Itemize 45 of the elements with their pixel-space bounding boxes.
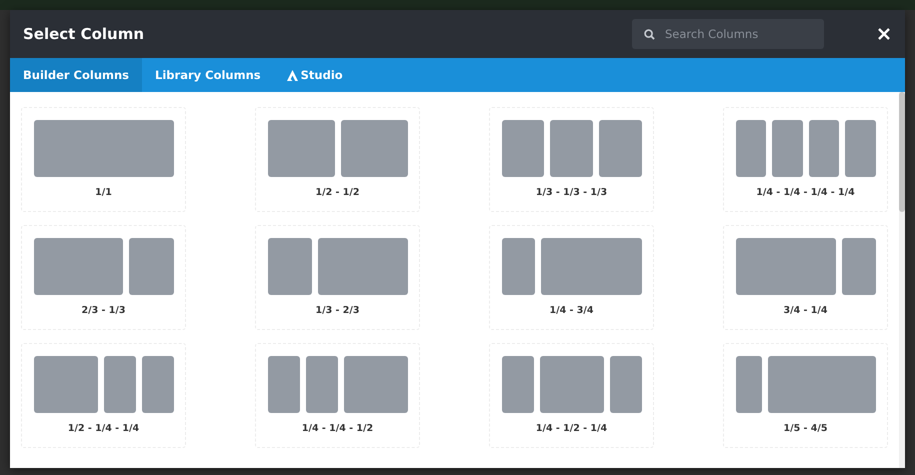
column-block [772,120,802,177]
close-button[interactable] [876,26,892,42]
column-block [502,238,535,295]
column-block [598,120,642,177]
search-field[interactable]: Search Columns [632,19,824,49]
column-layout-option[interactable]: 1/5 - 4/5 [723,343,888,448]
column-layout-option[interactable]: 1/1 [21,107,186,212]
column-block [34,356,98,413]
column-layout-option[interactable]: 1/4 - 1/2 - 1/4 [489,343,654,448]
column-block [344,356,408,413]
column-layout-option[interactable]: 1/3 - 1/3 - 1/3 [489,107,654,212]
column-layout-option[interactable]: 1/4 - 1/4 - 1/2 [255,343,420,448]
column-block [845,120,876,177]
column-block [842,238,876,295]
column-block [502,120,544,177]
column-layout-option[interactable]: 1/3 - 2/3 [255,225,420,330]
column-block [268,356,300,413]
column-block [736,356,762,413]
tab[interactable]: Builder Columns [10,58,142,92]
column-block [540,356,604,413]
column-block [610,356,642,413]
column-layout-option[interactable]: 1/4 - 1/4 - 1/4 - 1/4 [723,107,888,212]
column-layout-option[interactable]: 2/3 - 1/3 [21,225,186,330]
column-block [550,120,593,177]
scrollbar[interactable] [899,92,905,468]
column-block [808,120,839,177]
column-block [142,356,174,413]
tab[interactable]: Library Columns [142,58,274,92]
column-layout-option[interactable]: 3/4 - 1/4 [723,225,888,330]
column-block [502,356,534,413]
dialog-title: Select Column [23,25,146,43]
column-block [340,120,408,177]
column-layout-option[interactable]: 1/2 - 1/4 - 1/4 [21,343,186,448]
column-layout-option[interactable]: 1/2 - 1/2 [255,107,420,212]
column-block [306,356,338,413]
column-block [104,356,136,413]
column-block [736,120,766,177]
column-block [268,120,334,177]
column-layout-option[interactable]: 1/4 - 3/4 [489,225,654,330]
tab[interactable]: Studio [274,58,356,92]
column-block [128,238,174,295]
column-block [268,238,312,295]
search-icon [644,29,655,40]
close-icon [878,28,890,40]
peak-icon [286,70,298,80]
